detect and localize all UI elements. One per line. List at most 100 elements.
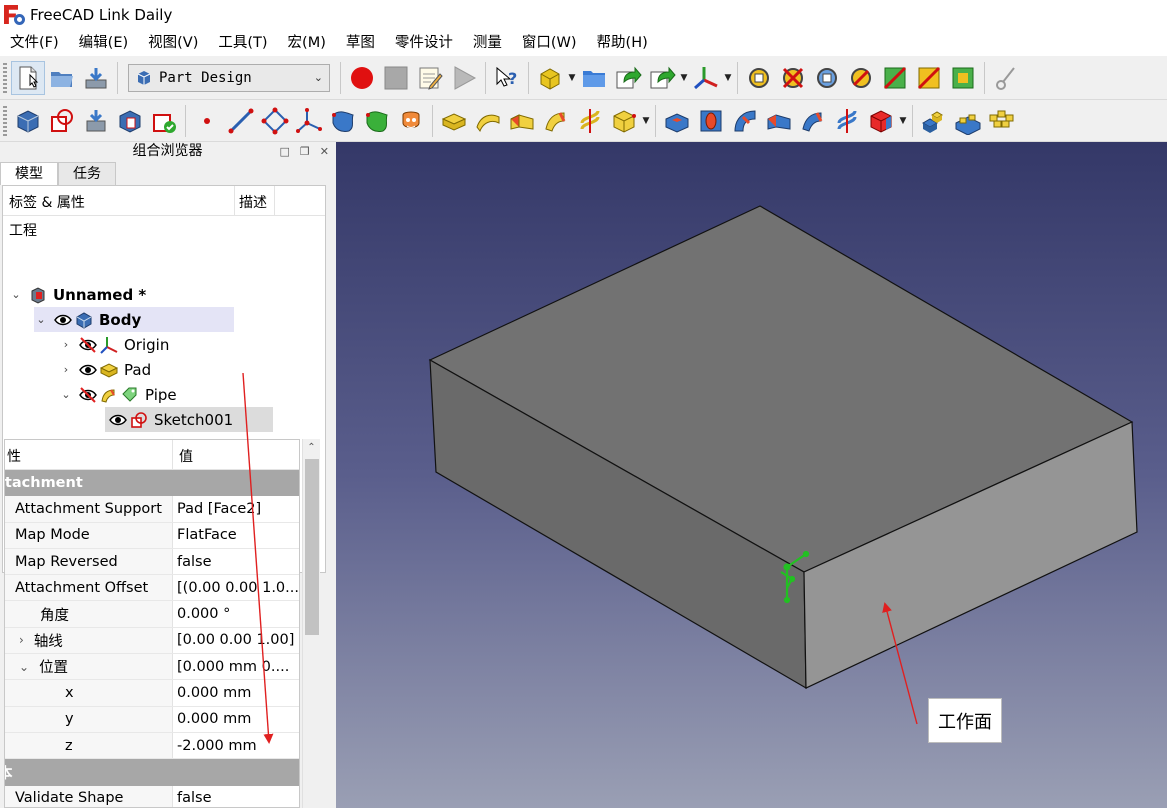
measure-angle-icon[interactable] [844, 61, 878, 95]
property-row[interactable]: › 轴线 [0.00 0.00 1.00] [5, 627, 299, 655]
menu-sketch[interactable]: 草图 [336, 30, 385, 56]
property-group-attachment[interactable]: ttachment [5, 470, 299, 497]
menu-tools[interactable]: 工具(T) [208, 30, 277, 56]
tree-item-document[interactable]: ⌄ Unnamed * [9, 282, 146, 307]
chevron-down-icon[interactable]: ⌄ [34, 313, 48, 326]
additive-loft-icon[interactable] [505, 104, 539, 138]
clear-measurements-icon[interactable] [776, 61, 810, 95]
property-value[interactable]: FlatFace [173, 527, 299, 543]
chevron-down-icon[interactable]: ⌄ [19, 660, 29, 674]
property-row[interactable]: 角度 0.000 ° [5, 601, 299, 628]
chevron-right-icon[interactable]: › [59, 363, 73, 376]
menu-file[interactable]: 文件(F) [0, 30, 69, 56]
eye-icon[interactable] [79, 361, 97, 379]
chevron-down-icon[interactable]: ⌄ [59, 388, 73, 401]
property-row[interactable]: Map Reversed false [5, 548, 299, 576]
property-group-basic[interactable]: 本 [5, 759, 299, 786]
chevron-down-icon[interactable]: ⌄ [9, 288, 23, 301]
property-row[interactable]: z -2.000 mm [5, 732, 299, 760]
dropdown-arrow-icon[interactable]: ▼ [898, 116, 908, 126]
dropdown-arrow-icon[interactable]: ▼ [723, 73, 733, 83]
tab-tasks[interactable]: 任务 [58, 162, 116, 185]
tree-header-description[interactable]: 描述 [235, 186, 275, 215]
dropdown-arrow-icon[interactable]: ▼ [679, 73, 689, 83]
tab-model[interactable]: 模型 [0, 162, 58, 185]
tree-item-origin[interactable]: › Origin [59, 332, 170, 357]
eye-icon[interactable] [109, 411, 127, 429]
scroll-up-icon[interactable]: ⌃ [303, 439, 320, 457]
property-value[interactable]: false [173, 790, 299, 806]
eye-icon[interactable] [54, 311, 72, 329]
create-part-icon[interactable] [533, 61, 567, 95]
new-document-icon[interactable] [11, 60, 45, 95]
datum-line-icon[interactable] [224, 104, 258, 138]
property-value[interactable]: [(0.00 0.00 1.0... [173, 580, 299, 596]
tree-item-pipe[interactable]: ⌄ Pipe [59, 382, 176, 407]
property-row[interactable]: Attachment Support Pad [Face2] [5, 496, 299, 523]
property-scrollbar[interactable]: ⌃ [302, 439, 320, 808]
property-value[interactable]: Pad [Face2] [173, 501, 299, 517]
revolution-icon[interactable] [471, 104, 505, 138]
measure-distance-icon[interactable] [742, 61, 776, 95]
menu-help[interactable]: 帮助(H) [587, 30, 658, 56]
tree-header-label[interactable]: 标签 & 属性 [3, 186, 235, 215]
subtractive-loft-icon[interactable] [762, 104, 796, 138]
property-row[interactable]: Validate Shape false [5, 785, 299, 807]
execute-macro-icon[interactable] [447, 61, 481, 95]
datum-plane-icon[interactable] [258, 104, 292, 138]
datum-point-icon[interactable] [190, 104, 224, 138]
property-header-name[interactable]: 性 [5, 440, 173, 469]
save-icon[interactable] [79, 61, 113, 95]
workbench-selector[interactable]: Part Design ⌄ [128, 63, 330, 92]
subtractive-pipe-icon[interactable] [796, 104, 830, 138]
measure-linear-icon[interactable] [878, 61, 912, 95]
property-row[interactable]: ⌄ 位置 [0.000 mm 0.... [5, 654, 299, 681]
check-geometry-icon[interactable] [147, 104, 181, 138]
property-row[interactable]: Map Mode FlatFace [5, 522, 299, 549]
additive-pipe-icon[interactable] [539, 104, 573, 138]
property-header-value[interactable]: 值 [173, 440, 199, 469]
pocket-icon[interactable] [660, 104, 694, 138]
groove-icon[interactable] [728, 104, 762, 138]
scrollbar-thumb[interactable] [305, 459, 319, 635]
tree-item-pad[interactable]: › Pad [59, 357, 151, 382]
eye-hidden-icon[interactable] [79, 386, 97, 404]
linear-pattern-icon[interactable] [951, 104, 985, 138]
create-group-icon[interactable] [577, 61, 611, 95]
toolbar-grip[interactable] [3, 105, 7, 136]
pad-icon[interactable] [437, 104, 471, 138]
chevron-right-icon[interactable]: › [59, 338, 73, 351]
menu-view[interactable]: 视图(V) [138, 30, 208, 56]
measure-toggle-3d-icon[interactable] [912, 61, 946, 95]
toolbar-grip[interactable] [3, 62, 7, 93]
property-value[interactable]: -2.000 mm [173, 737, 299, 754]
3d-viewport[interactable]: 工作面 [336, 142, 1167, 808]
property-value[interactable]: [0.000 mm 0.... [173, 659, 299, 675]
eye-hidden-icon[interactable] [79, 336, 97, 354]
toggle-measurements-icon[interactable] [810, 61, 844, 95]
link-actions-icon[interactable] [645, 61, 679, 95]
record-macro-icon[interactable] [345, 61, 379, 95]
subtractive-helix-icon[interactable] [830, 104, 864, 138]
measure-toggle-delta-icon[interactable] [946, 61, 980, 95]
additive-box-icon[interactable] [607, 104, 641, 138]
menu-measure[interactable]: 测量 [463, 30, 512, 56]
hole-icon[interactable] [694, 104, 728, 138]
float-panel-icon[interactable]: ❐ [300, 145, 310, 158]
macro-editor-icon[interactable] [413, 61, 447, 95]
property-row[interactable]: x 0.000 mm [5, 680, 299, 707]
property-value[interactable]: 0.000 mm [173, 711, 299, 727]
tree-item-sketch[interactable]: Sketch001 [105, 407, 273, 432]
property-row[interactable]: y 0.000 mm [5, 706, 299, 733]
restore-panel-icon[interactable]: □ [280, 145, 290, 158]
stop-macro-icon[interactable] [379, 61, 413, 95]
create-sketch-icon[interactable] [45, 104, 79, 138]
additive-helix-icon[interactable] [573, 104, 607, 138]
close-icon[interactable]: ✕ [320, 145, 329, 158]
dropdown-arrow-icon[interactable]: ▼ [641, 116, 651, 126]
dropdown-arrow-icon[interactable]: ▼ [567, 73, 577, 83]
open-folder-icon[interactable] [45, 61, 79, 95]
cut-icon[interactable] [989, 61, 1023, 95]
menu-part-design[interactable]: 零件设计 [385, 30, 463, 56]
tree-item-body[interactable]: ⌄ Body [34, 307, 234, 332]
